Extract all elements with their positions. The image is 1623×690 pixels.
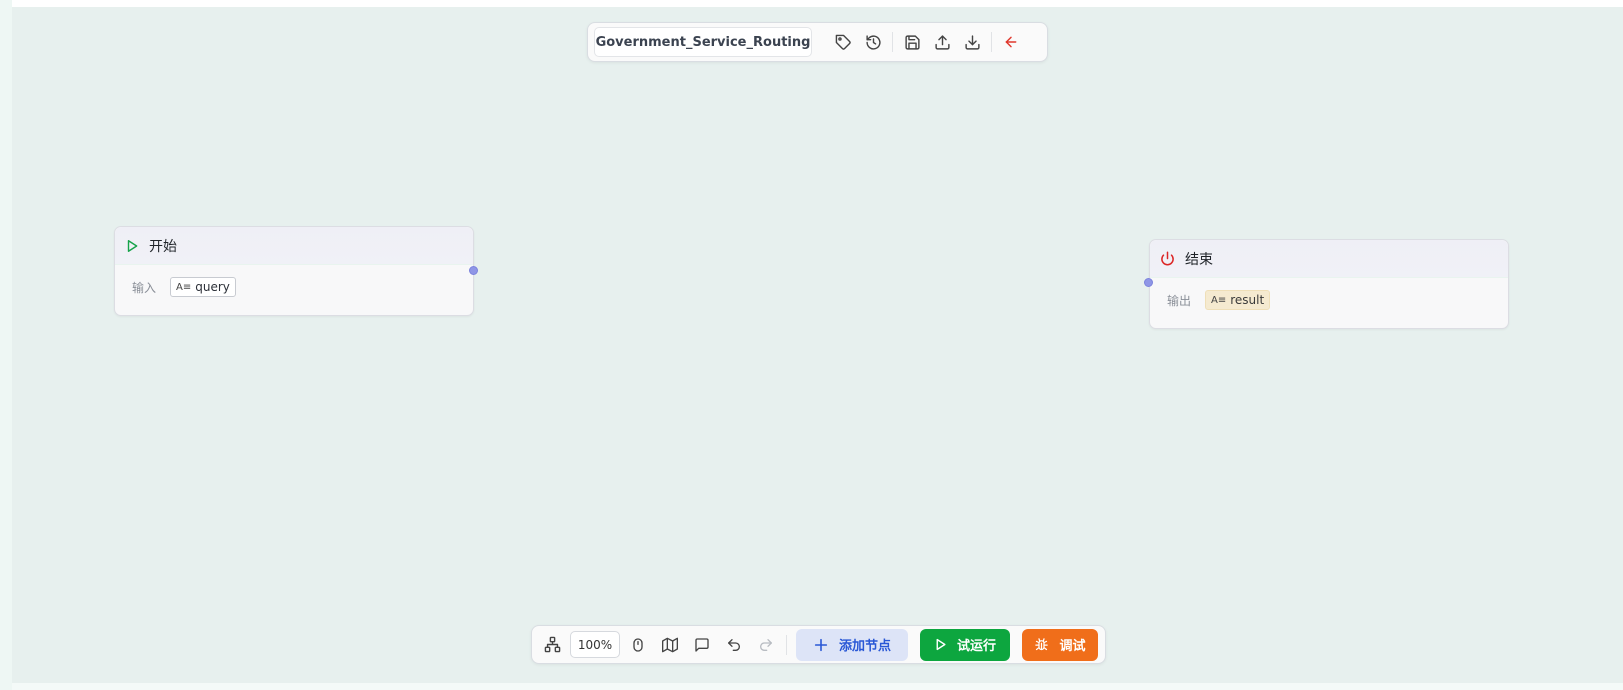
test-run-label: 试运行 [956, 639, 996, 654]
canvas-bottom-edge [12, 683, 1623, 690]
mouse-mode-button[interactable] [622, 630, 654, 660]
play-icon [936, 638, 946, 651]
map-icon [662, 637, 678, 652]
end-node-label: 输出 [1167, 293, 1192, 308]
variable-name: result [1230, 293, 1265, 307]
back-arrow-icon [1005, 36, 1017, 48]
add-node-button[interactable]: 添加节点 [796, 628, 908, 661]
start-node-body: 输入 A≡ query [115, 265, 473, 297]
toolbar-divider [786, 634, 787, 655]
tag-icon [835, 34, 851, 50]
variable-chip-query: A≡ query [170, 277, 236, 297]
toolbar-divider [892, 32, 893, 52]
redo-button[interactable] [750, 630, 782, 660]
variable-name: query [195, 280, 230, 294]
comment-button[interactable] [686, 630, 718, 660]
auto-layout-button[interactable] [536, 630, 568, 660]
upload-button[interactable] [927, 27, 957, 57]
undo-icon [728, 638, 740, 651]
start-node-label: 输入 [132, 280, 157, 295]
end-node-input-handle[interactable] [1144, 278, 1153, 287]
start-node-header: 开始 [115, 227, 473, 265]
undo-button[interactable] [718, 630, 750, 660]
upload-icon [934, 34, 950, 50]
end-node-body: 输出 A≡ result [1150, 278, 1508, 310]
download-button[interactable] [957, 27, 987, 57]
redo-icon [760, 638, 772, 651]
text-variable-icon: A≡ [1211, 294, 1227, 306]
power-icon [1161, 251, 1174, 266]
back-button[interactable] [996, 27, 1026, 57]
save-button[interactable] [897, 27, 927, 57]
bug-icon [1035, 638, 1049, 651]
mouse-icon [633, 637, 643, 652]
end-node-title: 结束 [1185, 251, 1213, 268]
text-variable-icon: A≡ [176, 281, 192, 293]
history-icon [865, 34, 881, 50]
start-node[interactable]: 开始 输入 A≡ query [114, 226, 474, 316]
test-run-button[interactable]: 试运行 [920, 628, 1010, 661]
comment-icon [695, 637, 709, 652]
minimap-button[interactable] [654, 630, 686, 660]
canvas-left-edge [0, 0, 12, 690]
zoom-level[interactable]: 100% [570, 631, 620, 658]
variable-chip-result: A≡ result [1205, 290, 1271, 310]
debug-button[interactable]: 调试 [1022, 628, 1098, 661]
end-node[interactable]: 结束 输出 A≡ result [1149, 239, 1509, 329]
play-icon [127, 239, 138, 252]
workflow-canvas[interactable] [12, 7, 1623, 690]
toolbar-divider [991, 32, 992, 52]
save-icon [904, 34, 920, 50]
plus-icon [814, 638, 828, 651]
bottom-toolbar: 100% 添加节点 试运行 调试 [531, 625, 1106, 664]
end-node-header: 结束 [1150, 240, 1508, 278]
tag-button[interactable] [828, 27, 858, 57]
start-node-title: 开始 [149, 238, 177, 255]
layout-icon [544, 636, 560, 653]
start-node-output-handle[interactable] [469, 266, 478, 275]
add-node-label: 添加节点 [838, 639, 891, 654]
workflow-name[interactable]: Government_Service_Routing [594, 27, 812, 57]
debug-label: 调试 [1059, 639, 1086, 654]
history-button[interactable] [858, 27, 888, 57]
download-icon [964, 34, 980, 50]
top-toolbar: Government_Service_Routing [587, 22, 1048, 62]
